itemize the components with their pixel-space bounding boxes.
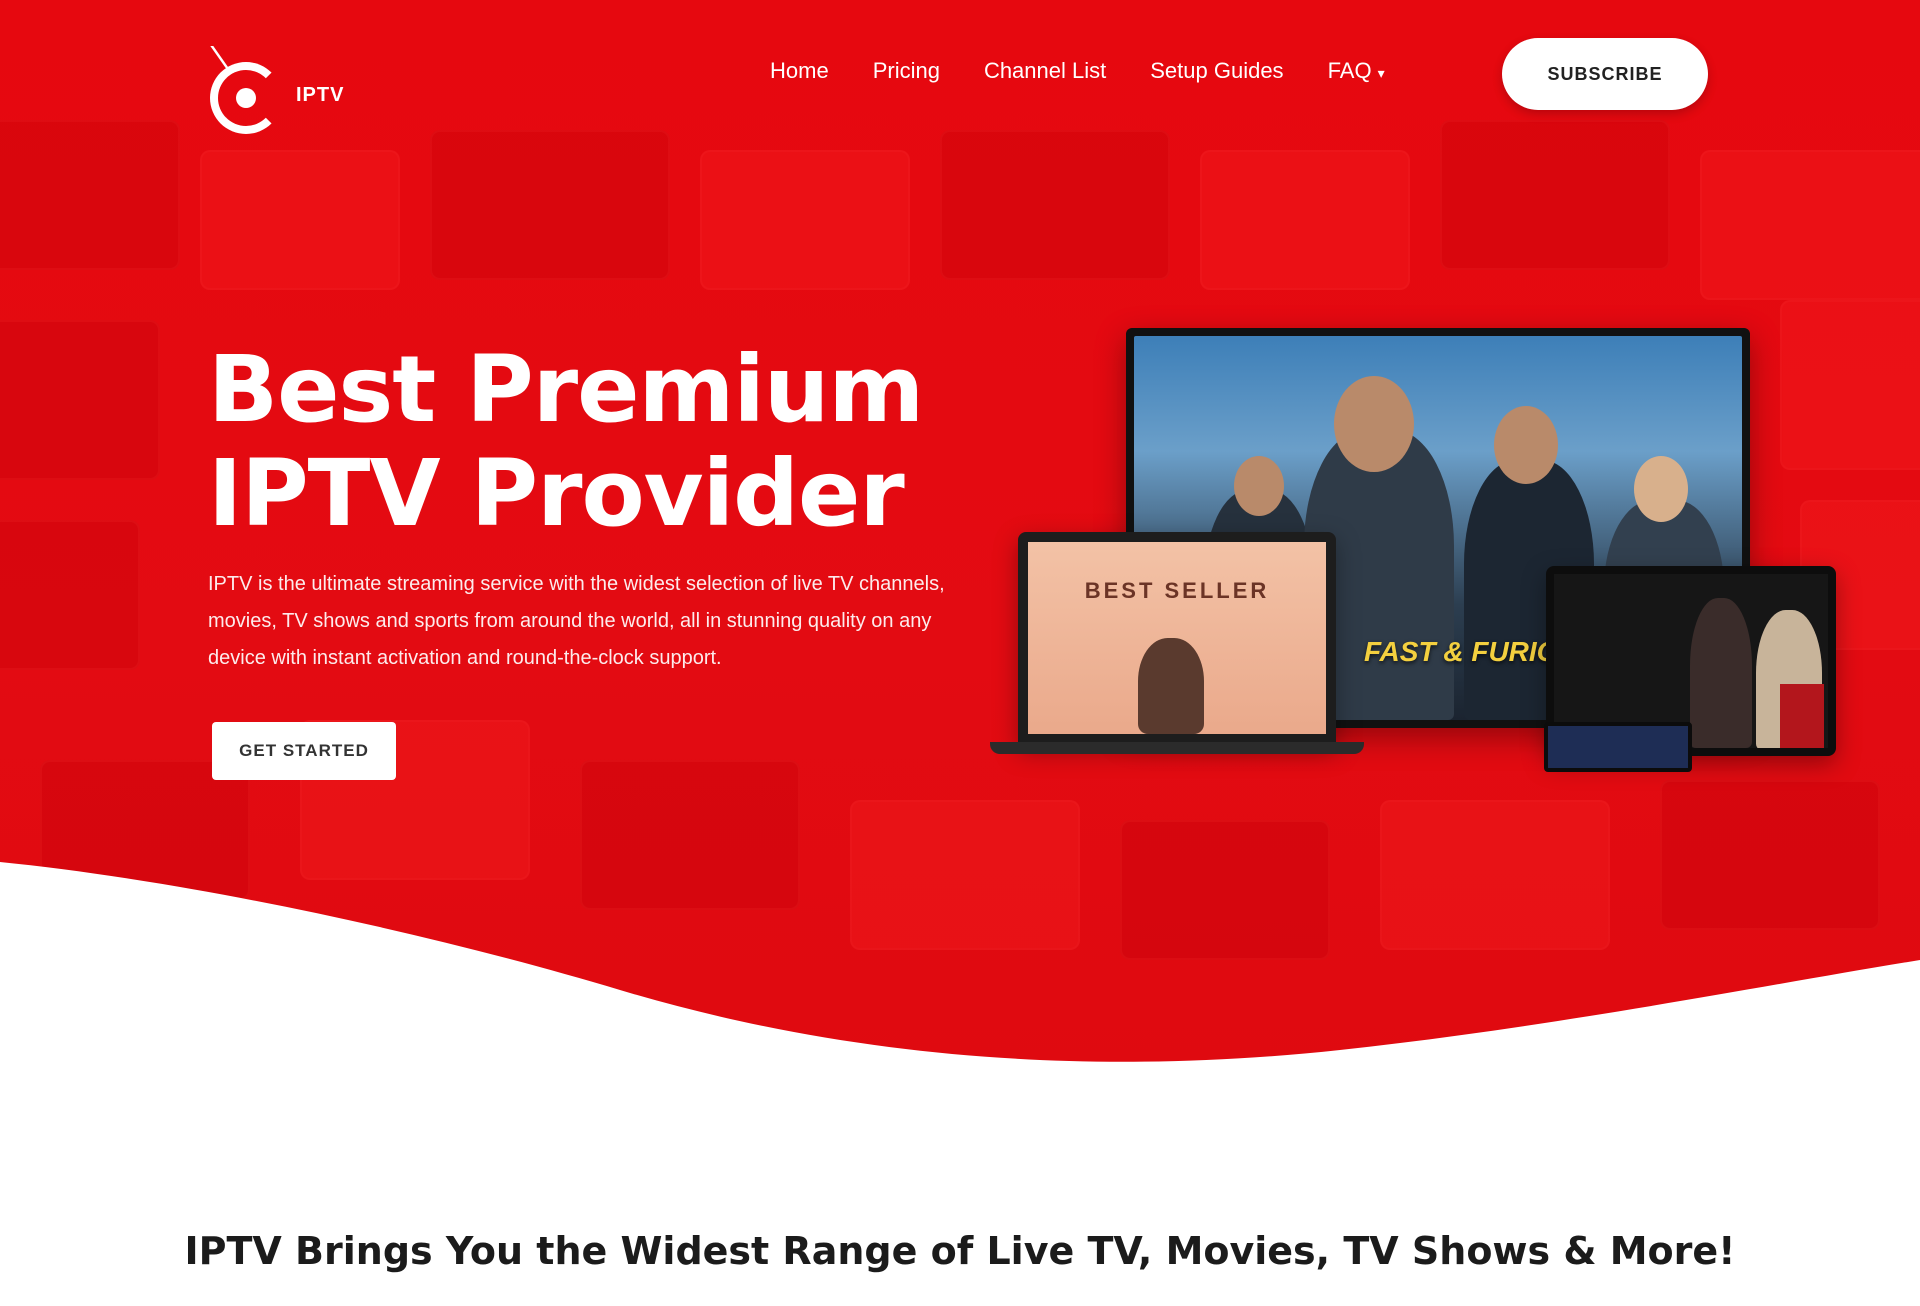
site-logo[interactable]: IPTV xyxy=(206,46,426,146)
nav-item-setup-guides[interactable]: Setup Guides xyxy=(1150,58,1283,84)
phone-device-mockup xyxy=(1544,722,1692,772)
chevron-down-icon: ▾ xyxy=(1377,65,1385,81)
nav-item-pricing[interactable]: Pricing xyxy=(873,58,940,84)
section-tagline: IPTV Brings You the Widest Range of Live… xyxy=(184,1229,1736,1273)
nav-item-faq[interactable]: FAQ ▾ xyxy=(1328,58,1385,84)
nav-item-home[interactable]: Home xyxy=(770,58,829,84)
main-navigation: IPTV Home Pricing Channel List Setup Gui… xyxy=(0,34,1920,134)
laptop-base xyxy=(990,742,1364,754)
laptop-screen: BEST SELLER xyxy=(1028,542,1326,734)
laptop-device-mockup: BEST SELLER xyxy=(1018,532,1336,744)
hero-title-line-2: IPTV Provider xyxy=(208,440,905,547)
get-started-button[interactable]: GET STARTED xyxy=(212,722,396,780)
laptop-poster-figure xyxy=(1138,638,1204,734)
nav-item-channel-list[interactable]: Channel List xyxy=(984,58,1106,84)
nav-item-faq-label: FAQ xyxy=(1327,58,1372,83)
laptop-poster-title: BEST SELLER xyxy=(1084,578,1270,603)
play-dot-icon xyxy=(236,88,256,108)
hero-section: IPTV Home Pricing Channel List Setup Gui… xyxy=(0,0,1920,1080)
subscribe-button[interactable]: SUBSCRIBE xyxy=(1502,38,1708,110)
hero-title-line-1: Best Premium xyxy=(208,336,924,443)
hero-description: IPTV is the ultimate streaming service w… xyxy=(208,573,945,669)
hero-title: Best Premium IPTV Provider xyxy=(208,338,968,546)
nav-links: Home Pricing Channel List Setup Guides F… xyxy=(770,58,1385,84)
logo-text: IPTV xyxy=(296,84,345,106)
page: IPTV Home Pricing Channel List Setup Gui… xyxy=(0,0,1920,1306)
